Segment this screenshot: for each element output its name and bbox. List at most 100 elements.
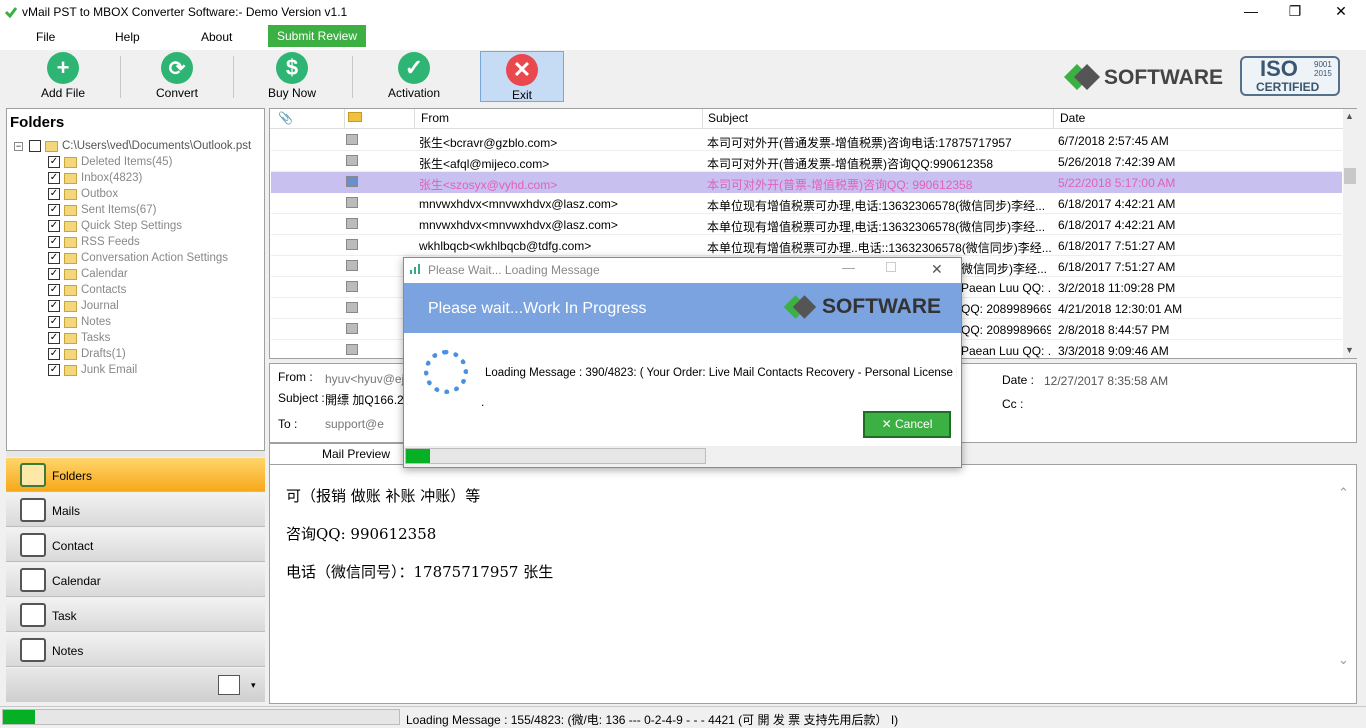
convert-label: Convert — [155, 86, 199, 100]
panel-splitter[interactable] — [6, 451, 265, 457]
folder-checkbox[interactable]: ✓ — [48, 236, 60, 248]
menu-help[interactable]: Help — [115, 30, 140, 44]
menu-file[interactable]: File — [36, 30, 55, 44]
tree-folder-item[interactable]: Outbox — [81, 188, 118, 200]
nav-notes[interactable]: Notes — [6, 633, 265, 667]
table-row[interactable]: 张生<szosyx@vyhd.com> 本司可对外开(普票-增值税票)咨询QQ: … — [271, 172, 1342, 193]
dialog-close-icon[interactable]: ✕ — [931, 261, 943, 278]
folder-checkbox[interactable]: ✓ — [48, 156, 60, 168]
folder-icon — [64, 333, 77, 344]
close-icon: ✕ — [506, 54, 538, 86]
plus-icon: + — [47, 52, 79, 84]
col-divider — [344, 109, 345, 129]
table-row[interactable]: wkhlbqcb<wkhlbqcb@tdfg.com> 本单位现有增值税票可办理.… — [271, 235, 1342, 256]
cell-subject: 本司可对外开(普票-增值税票)咨询QQ: 990612358 — [707, 178, 973, 192]
tree-folder-item[interactable]: Sent Items(67) — [81, 204, 156, 216]
dialog-maximize-icon[interactable] — [886, 262, 896, 272]
folder-checkbox[interactable]: ✓ — [48, 220, 60, 232]
scroll-thumb[interactable] — [1344, 168, 1356, 184]
table-row[interactable]: mnvwxhdvx<mnvwxhdvx@lasz.com> 本单位现有增值税票可办… — [271, 214, 1342, 235]
col-date[interactable]: Date — [1060, 110, 1085, 128]
maximize-button[interactable]: ❐ — [1272, 0, 1318, 24]
preview-scroll-down-icon[interactable]: ⌄ — [1338, 652, 1349, 668]
tree-folder-item[interactable]: Drafts(1) — [81, 348, 126, 360]
folder-checkbox[interactable]: ✓ — [48, 268, 60, 280]
tree-collapse-icon[interactable]: − — [14, 142, 23, 151]
configure-nav-icon[interactable] — [218, 675, 240, 695]
dialog-minimize-icon[interactable]: — — [842, 260, 855, 275]
folder-checkbox[interactable]: ✓ — [48, 332, 60, 344]
menu-about[interactable]: About — [201, 30, 232, 44]
folder-icon — [64, 237, 77, 248]
folder-checkbox[interactable]: ✓ — [48, 300, 60, 312]
tree-folder-item[interactable]: Contacts — [81, 284, 126, 296]
tree-folder-item[interactable]: Conversation Action Settings — [81, 252, 228, 264]
nav-task[interactable]: Task — [6, 598, 265, 632]
nav-contact-label: Contact — [52, 539, 94, 553]
cancel-button[interactable]: ✕ Cancel — [863, 411, 951, 438]
cell-subject: 本单位现有增值税票可办理,电话:13632306578(微信同步)李经... — [707, 199, 1046, 213]
folder-checkbox[interactable]: ✓ — [48, 316, 60, 328]
table-row[interactable]: mnvwxhdvx<mnvwxhdvx@lasz.com> 本单位现有增值税票可办… — [271, 193, 1342, 214]
tree-folder-item[interactable]: Inbox(4823) — [81, 172, 142, 184]
buy-now-button[interactable]: $ Buy Now — [264, 52, 320, 102]
tree-folder-item[interactable]: Tasks — [81, 332, 110, 344]
folder-icon — [64, 317, 77, 328]
tree-root[interactable]: C:\Users\ved\Documents\Outlook.pst — [62, 140, 251, 152]
folder-icon — [20, 463, 46, 487]
tree-folder-item[interactable]: RSS Feeds — [81, 236, 140, 248]
envelope-icon — [348, 112, 362, 122]
tree-folder-item[interactable]: Calendar — [81, 268, 128, 280]
activation-button[interactable]: ✓ Activation — [384, 52, 444, 102]
folder-checkbox[interactable]: ✓ — [48, 188, 60, 200]
folder-icon — [64, 365, 77, 376]
tree-folder-item[interactable]: Notes — [81, 316, 111, 328]
folder-icon — [64, 157, 77, 168]
convert-button[interactable]: ⟳ Convert — [150, 52, 204, 102]
root-checkbox[interactable] — [29, 140, 41, 152]
tree-folder-item[interactable]: Journal — [81, 300, 119, 312]
spinner-icon — [424, 350, 468, 394]
tree-folder-item[interactable]: Junk Email — [81, 364, 137, 376]
scroll-up-icon[interactable]: ▲ — [1345, 111, 1354, 121]
cell-subject: 微信同步)李经... — [961, 262, 1047, 276]
calendar-icon — [20, 568, 46, 592]
envelope-icon — [346, 344, 358, 355]
preview-scroll-up-icon[interactable]: ⌃ — [1338, 485, 1349, 501]
table-row[interactable]: 张生<bcravr@gzblo.com> 本司可对外开(普通发票-增值税票)咨询电… — [271, 130, 1342, 151]
minimize-button[interactable]: — — [1228, 0, 1274, 24]
folder-checkbox[interactable]: ✓ — [48, 252, 60, 264]
nav-folders[interactable]: Folders — [6, 458, 265, 492]
submit-review-button[interactable]: Submit Review — [268, 25, 366, 47]
cell-date: 6/18/2017 7:51:27 AM — [1058, 260, 1176, 274]
folder-checkbox[interactable]: ✓ — [48, 172, 60, 184]
toolbar-divider — [352, 56, 353, 98]
scroll-down-icon[interactable]: ▼ — [1345, 345, 1354, 355]
grid-scrollbar[interactable] — [1343, 109, 1357, 358]
add-file-button[interactable]: + Add File — [36, 52, 90, 102]
cell-subject: QQ: 2089989669 — [961, 323, 1051, 337]
folder-checkbox[interactable]: ✓ — [48, 204, 60, 216]
toolbar-divider — [233, 56, 234, 98]
nav-mails-label: Mails — [52, 504, 81, 518]
folder-checkbox[interactable]: ✓ — [48, 284, 60, 296]
nav-mails[interactable]: Mails — [6, 493, 265, 527]
nav-contact[interactable]: Contact — [6, 528, 265, 562]
cell-date: 6/18/2017 7:51:27 AM — [1058, 239, 1176, 253]
col-from[interactable]: From — [421, 110, 449, 128]
cell-from: 张生<szosyx@vyhd.com> — [419, 178, 558, 192]
exit-button[interactable]: ✕ Exit — [480, 51, 564, 102]
iso-title: ISO — [1260, 56, 1298, 81]
nav-calendar[interactable]: Calendar — [6, 563, 265, 597]
cell-subject: Paean Luu QQ: ... — [961, 281, 1051, 295]
chevron-down-icon[interactable]: ▾ — [251, 680, 256, 691]
dialog-message: Loading Message : 390/4823: ( Your Order… — [485, 367, 957, 379]
cell-subject: 本司可对外开(普通发票-增值税票)咨询QQ:990612358 — [707, 157, 994, 171]
table-row[interactable]: 张生<afql@mijeco.com> 本司可对外开(普通发票-增值税票)咨询QQ… — [271, 151, 1342, 172]
folder-checkbox[interactable]: ✓ — [48, 364, 60, 376]
folder-checkbox[interactable]: ✓ — [48, 348, 60, 360]
col-subject[interactable]: Subject — [708, 110, 748, 128]
close-window-button[interactable]: ✕ — [1318, 0, 1364, 24]
tree-folder-item[interactable]: Quick Step Settings — [81, 220, 182, 232]
tree-folder-item[interactable]: Deleted Items(45) — [81, 156, 172, 168]
